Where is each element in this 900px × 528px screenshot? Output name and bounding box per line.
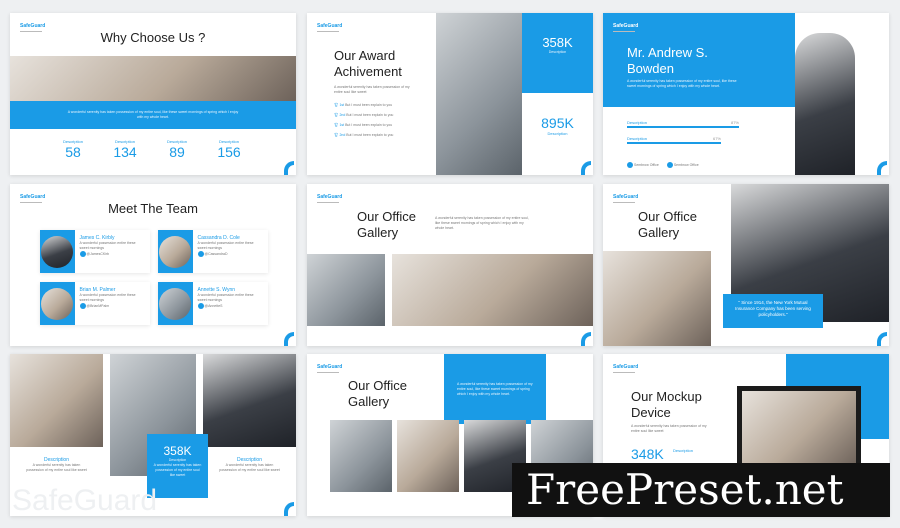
social-icon [627,162,633,168]
brand-logo: SafeGuard [317,364,342,373]
blue-banner: A wonderful serenity has taken possessio… [10,101,296,129]
trophy-icon: 🏆︎ [334,133,339,137]
award-list: 🏆︎ 1st But I must been explain to you 🏆︎… [334,103,419,138]
corner-decoration [581,332,591,346]
office-photo [307,254,385,326]
avatar [159,235,192,268]
social-icon [79,303,86,309]
man-pointing-photo [795,33,855,175]
slide-office-gallery-1[interactable]: SafeGuard Our Office Gallery A wonderful … [307,184,593,346]
corner-decoration [284,502,294,516]
brand-logo: SafeGuard [613,364,638,373]
team-grid: James C. Kirbly A wonderful possession en… [40,230,268,325]
stat-label: Description [673,448,694,453]
brand-logo: SafeGuard [613,194,638,203]
slide-title: Our Office Gallery [348,378,408,409]
social-link[interactable]: Sembrow Office [627,162,659,168]
slide-profile[interactable]: SafeGuard Mr. Andrew S. Bowden A wonderfu… [603,13,889,175]
brand-logo: SafeGuard [317,194,342,203]
profile-name: Mr. Andrew S. Bowden [627,45,708,76]
office-photo [10,354,103,447]
watermark-banner: FreePreset.net [512,463,890,517]
avatar [41,287,74,320]
stats-row: Description 58 Description 134 Description… [60,139,242,160]
description-block: Description A wonderful serenity has take… [219,457,280,472]
stat-value: 348K [631,446,664,462]
description: A wonderful serenity has taken possessio… [457,382,533,396]
avatar [159,287,192,320]
description-block: Description A wonderful serenity has take… [26,457,87,472]
team-card: James C. Kirbly A wonderful possession en… [40,230,150,273]
award-item: 🏆︎ 1st But I must been explain to you [334,103,393,107]
stat-plain: 895K Description [541,115,574,136]
trophy-icon: 🏆︎ [334,103,339,107]
avatar [41,235,74,268]
screen-photo [742,391,856,467]
documents-photo [10,56,296,101]
stat: Description 156 [217,139,241,160]
slide-meet-team[interactable]: SafeGuard Meet The Team James C. Kirbly A… [10,184,296,346]
brand-logo: SafeGuard [317,23,342,32]
member-handle[interactable]: @BrianMPalm [87,304,110,308]
stat-box: 358K Description [522,13,593,93]
social-icon [666,162,673,168]
award-item: 🏆︎ 1st But I must been explain to you [334,123,393,127]
stat: Description 89 [166,139,187,160]
description: A wonderful serenity has taken possessio… [631,424,707,433]
handshake-photo [436,13,522,175]
social-icon [197,303,204,309]
description: A wonderful serenity has taken possessio… [627,79,737,88]
quote-box: " Since 1914, the New York Mutual Insura… [723,294,823,328]
description: A wonderful serenity has taken possessio… [435,216,529,230]
laptop-mockup [737,386,861,472]
office-photo [603,251,711,346]
member-handle[interactable]: @CassandraD [205,252,228,256]
office-photo [392,254,593,326]
slide-title: Our Office Gallery [638,209,698,240]
description: A wonderful serenity has taken possessio… [334,85,410,94]
corner-decoration [284,161,294,175]
office-photo [397,420,459,492]
corner-decoration [877,332,887,346]
award-item: 🏆︎ 2nd But I must been explain to you [334,133,394,137]
social-icon [197,251,204,257]
progress-bar [627,126,739,128]
member-handle[interactable]: @AnnetteS [205,304,223,308]
member-handle[interactable]: @JamesCKirb [87,252,110,256]
team-card: Cassandra D. Cole A wonderful possession … [158,230,268,273]
slide-office-gallery-2[interactable]: SafeGuard Our Office Gallery " Since 1914… [603,184,889,346]
slide-title: Our Award Achivement [334,48,402,79]
progress-bars: Description 87% Description 67% [627,120,739,144]
slide-award-achievement[interactable]: SafeGuard Our Award Achivement A wonderfu… [307,13,593,175]
slide-title: Meet The Team [108,201,198,216]
office-photo [330,420,392,492]
trophy-icon: 🏆︎ [334,123,339,127]
slide-description-stats[interactable]: Description A wonderful serenity has take… [10,354,296,516]
corner-decoration [581,161,591,175]
slide-title: Our Office Gallery [357,209,417,240]
slide-title: Why Choose Us ? [100,30,206,45]
office-photo [203,354,296,447]
award-item: 🏆︎ 2nd But I must been explain to you [334,113,394,117]
corner-decoration [284,332,294,346]
brand-logo: SafeGuard [613,23,638,32]
social-icon [79,251,86,257]
slide-why-choose-us[interactable]: SafeGuard Why Choose Us ? A wonderful se… [10,13,296,175]
progress-bar [627,142,722,144]
slide-title: Our Mockup Device [631,389,702,420]
stat: Description 134 [113,139,137,160]
team-card: Annette S. Wynn A wonderful possession en… [158,282,268,325]
social-links: Sembrow Office Sembrow Office [627,162,699,168]
brand-watermark: SafeGuard [12,484,158,516]
stat: Description 58 [62,139,83,160]
trophy-icon: 🏆︎ [334,113,339,117]
corner-decoration [877,161,887,175]
team-card: Brian M. Palmer A wonderful possession en… [40,282,150,325]
social-link[interactable]: Sembrow Office [666,162,699,168]
